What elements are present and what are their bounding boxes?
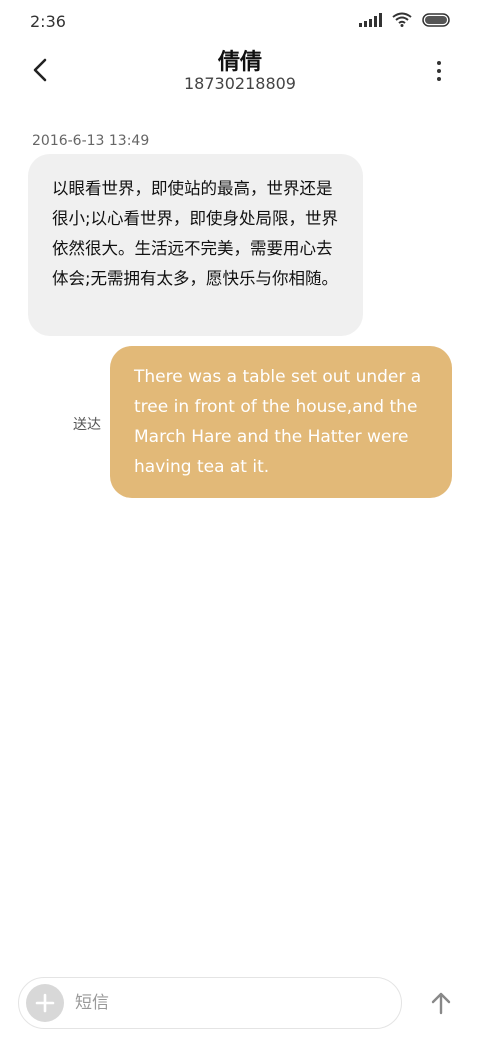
signal-icon: [359, 12, 382, 27]
conversation-header: 倩倩 18730218809: [0, 40, 480, 108]
add-attachment-button[interactable]: [26, 984, 64, 1022]
send-button[interactable]: [424, 986, 458, 1020]
wifi-icon: [392, 12, 412, 27]
plus-icon: [35, 993, 55, 1013]
incoming-message-bubble[interactable]: 以眼看世界，即使站的最高，世界还是很小;以心看世界，即使身处局限，世界依然很大。…: [28, 154, 363, 336]
more-vertical-icon: [437, 61, 441, 65]
battery-icon: [422, 12, 452, 27]
status-icons: [359, 12, 452, 27]
arrow-up-icon: [431, 992, 451, 1015]
delivery-status: 送达: [73, 417, 101, 433]
contact-name: 倩倩: [217, 50, 262, 75]
message-composer: [18, 977, 402, 1029]
status-time: 2:36: [30, 12, 66, 31]
outgoing-message-bubble[interactable]: There was a table set out under a tree i…: [110, 346, 452, 498]
contact-number: 18730218809: [184, 74, 296, 93]
message-input[interactable]: [75, 986, 375, 1020]
status-bar: 2:36: [0, 0, 480, 40]
message-timestamp: 2016-6-13 13:49: [32, 133, 150, 149]
more-options-button[interactable]: [424, 56, 454, 86]
